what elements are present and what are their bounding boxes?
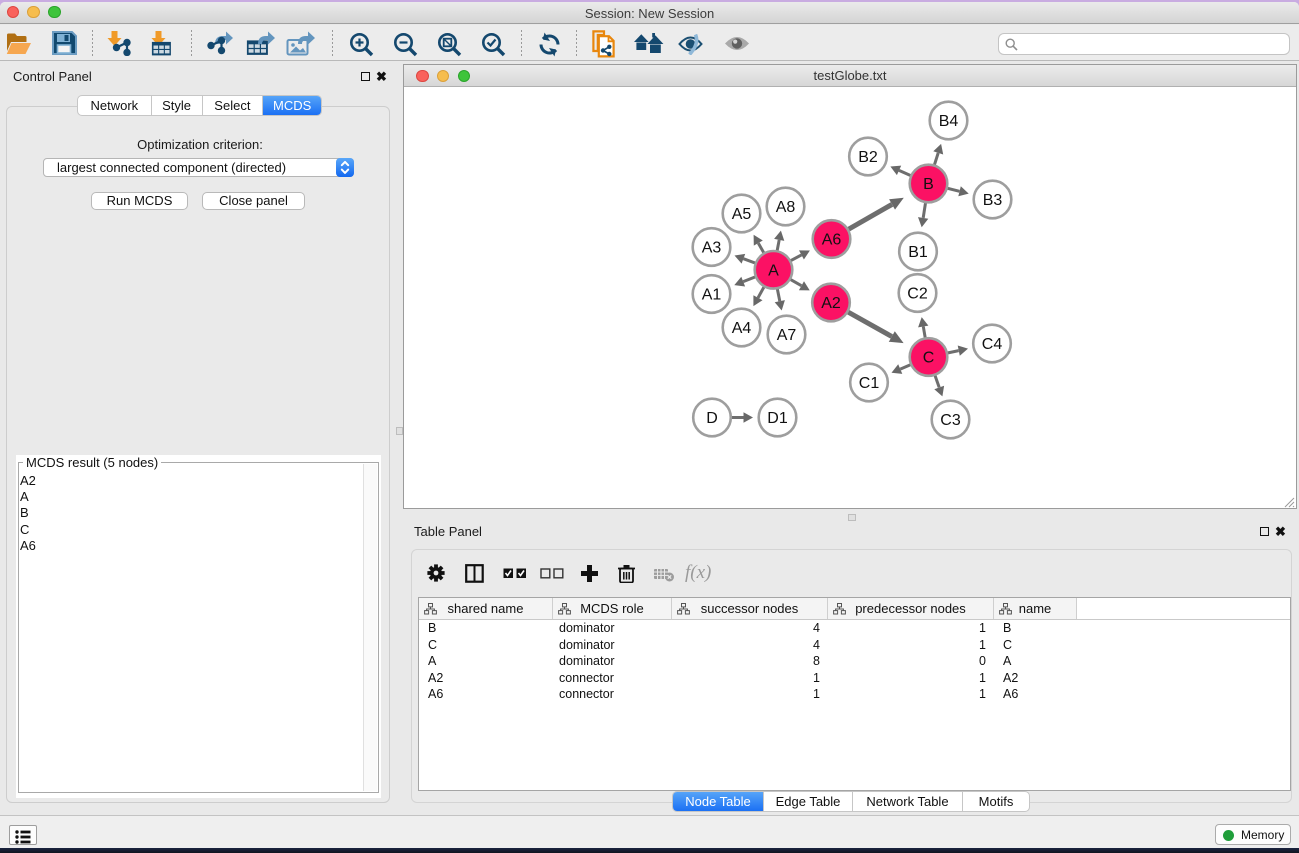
svg-text:A: A — [768, 262, 779, 279]
svg-text:A2: A2 — [821, 295, 841, 312]
svg-text:A4: A4 — [732, 320, 752, 337]
svg-text:A3: A3 — [702, 240, 722, 257]
svg-text:A8: A8 — [776, 199, 796, 216]
svg-text:C: C — [923, 350, 935, 367]
svg-text:D1: D1 — [767, 410, 788, 427]
svg-text:D: D — [706, 410, 718, 427]
svg-text:A7: A7 — [777, 327, 797, 344]
svg-text:B: B — [923, 176, 934, 193]
svg-text:B1: B1 — [908, 244, 928, 261]
svg-text:C2: C2 — [907, 286, 928, 303]
svg-text:B2: B2 — [858, 149, 878, 166]
svg-text:C3: C3 — [940, 412, 961, 429]
svg-text:B4: B4 — [939, 113, 959, 130]
svg-text:A1: A1 — [702, 287, 722, 304]
svg-text:A5: A5 — [732, 206, 752, 223]
svg-text:C1: C1 — [859, 375, 880, 392]
svg-text:C4: C4 — [982, 336, 1003, 353]
svg-text:B3: B3 — [983, 192, 1003, 209]
svg-text:A6: A6 — [822, 232, 842, 249]
